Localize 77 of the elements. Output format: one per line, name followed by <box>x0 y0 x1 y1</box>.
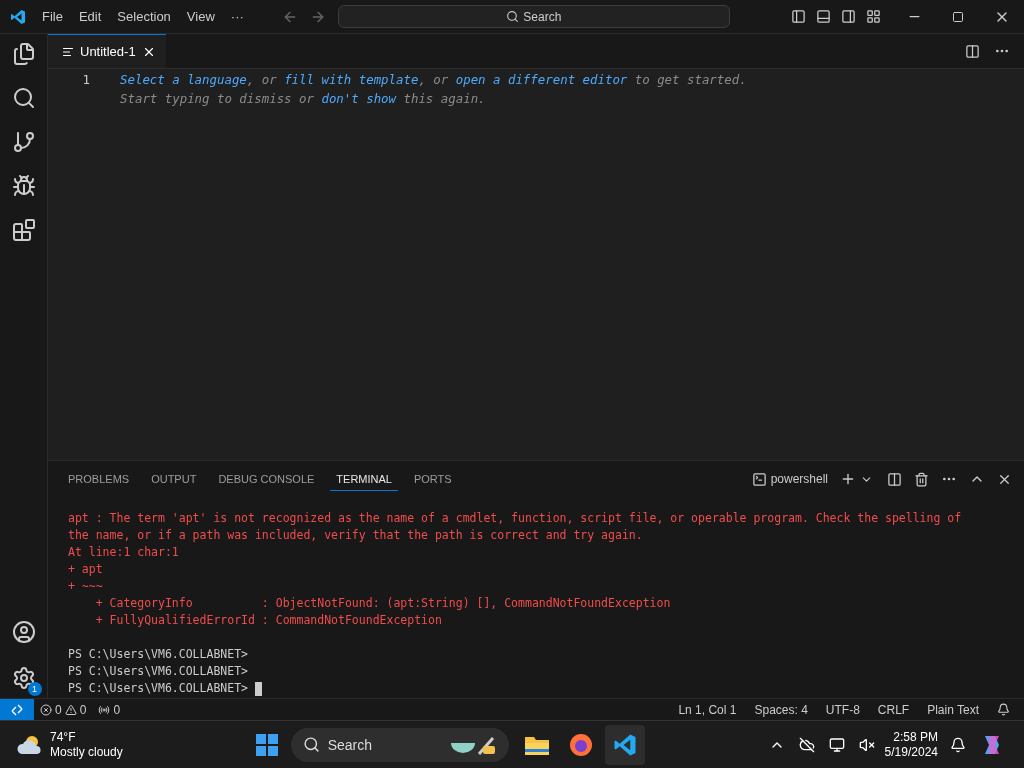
menu-item[interactable]: File <box>34 9 71 24</box>
status-item[interactable]: CRLF <box>871 702 916 717</box>
search-icon <box>302 736 320 753</box>
editor-tab[interactable]: Untitled-1 <box>48 34 166 68</box>
warning-count[interactable]: 0 <box>79 702 87 717</box>
clock-time[interactable]: 2:58 PM <box>893 729 938 745</box>
panel-tab[interactable]: PORTS <box>407 467 458 491</box>
terminal-error-line: the name, or if a path was included, verify that the path is correct and try again. <box>68 527 643 544</box>
terminal-error-line: apt : The term 'apt' is not recognized as the name of a cmdlet, function, script file, or operable program. Check the spelling of <box>68 510 962 527</box>
monitor-icon[interactable] <box>828 736 845 753</box>
terminal-prompt: PS C:\Users\VM6.COLLABNET> <box>68 663 248 680</box>
terminal-error-line: + FullyQualifiedErrorId : CommandNotFoundException <box>94 612 442 629</box>
weather-text: Mostly cloudy <box>50 744 123 760</box>
panel-tab[interactable]: TERMINAL <box>330 467 398 491</box>
extensions-icon[interactable] <box>11 218 36 242</box>
panel-right-icon[interactable] <box>841 9 856 24</box>
files-icon[interactable] <box>11 42 36 66</box>
panel-tab[interactable]: PROBLEMS <box>62 467 136 491</box>
tab-title: Untitled-1 <box>80 44 136 59</box>
remote-button[interactable] <box>0 699 34 720</box>
code-editor-icon[interactable] <box>604 724 645 765</box>
panel-tab[interactable]: DEBUG CONSOLE <box>212 467 321 491</box>
text-file-icon <box>62 45 74 58</box>
terminal-prompt: PS C:\Users\VM6.COLLABNET> <box>68 646 248 663</box>
terminal-shell-label[interactable]: powershell <box>770 472 828 486</box>
remote-icon <box>10 702 24 717</box>
hint-link[interactable]: don't show <box>321 91 397 106</box>
bell-icon[interactable] <box>950 736 966 753</box>
notification-badge: 1 <box>27 682 42 696</box>
settings-icon[interactable] <box>11 666 36 690</box>
temperature: 74°F <box>50 729 77 745</box>
hint-link[interactable]: Select a language <box>120 72 247 87</box>
terminal-error-line: + ~~~ <box>68 578 103 595</box>
warning-icon[interactable] <box>64 703 77 716</box>
editor-hint: Select a language, or fill with template, or open a different editor to get started. <box>120 71 747 89</box>
trash-icon[interactable] <box>914 471 929 487</box>
line-number: 1 <box>81 71 91 89</box>
plus-icon[interactable] <box>840 471 856 487</box>
hint-link[interactable]: open a different editor <box>455 72 628 87</box>
cloud-off-icon[interactable] <box>798 736 815 753</box>
menu-item[interactable]: ··· <box>222 9 252 24</box>
status-item[interactable]: Plain Text <box>921 702 985 717</box>
taskbar-search[interactable]: Search <box>290 727 509 762</box>
text-cursor <box>255 681 262 696</box>
status-item[interactable]: Ln 1, Col 1 <box>672 702 743 717</box>
terminal-error-line: At line:1 char:1 <box>68 544 179 561</box>
bell-icon[interactable] <box>997 703 1010 716</box>
account-icon[interactable] <box>11 620 36 644</box>
layout-icon[interactable] <box>866 9 881 24</box>
ports-icon[interactable] <box>98 703 111 716</box>
menu-item[interactable]: Selection <box>109 9 179 24</box>
mute-icon[interactable] <box>858 736 875 753</box>
panel-left-icon[interactable] <box>791 9 806 24</box>
split-terminal-icon[interactable] <box>887 471 902 487</box>
search-field[interactable]: Search <box>337 5 730 28</box>
menu-item[interactable]: View <box>178 9 223 24</box>
split-editor-icon[interactable] <box>965 43 980 59</box>
error-count[interactable]: 0 <box>55 702 62 717</box>
ports-count[interactable]: 0 <box>113 702 121 717</box>
status-item[interactable]: UTF-8 <box>819 702 866 717</box>
panel-tab[interactable]: OUTPUT <box>145 467 203 491</box>
terminal-icon <box>751 471 767 487</box>
terminal-error-line: + apt <box>68 561 103 578</box>
hint-link[interactable]: fill with template <box>284 72 419 87</box>
search-icon <box>506 10 520 23</box>
status-item[interactable]: Spaces: 4 <box>748 702 814 717</box>
run-debug-icon[interactable] <box>11 174 36 198</box>
panel-bottom-icon[interactable] <box>816 9 831 24</box>
terminal-prompt: PS C:\Users\VM6.COLLABNET> <box>68 680 248 697</box>
terminal-error-line: + CategoryInfo : ObjectNotFound: (apt:String) [], CommandNotFoundException <box>94 595 671 612</box>
editor-hint: Start typing to dismiss or don't show this again. <box>120 90 487 108</box>
source-control-icon[interactable] <box>11 130 36 154</box>
menu-item[interactable]: Edit <box>70 9 110 24</box>
app-logo-icon <box>10 8 26 25</box>
error-icon[interactable] <box>40 703 52 716</box>
clock-date[interactable]: 5/19/2024 <box>884 744 938 760</box>
search-icon[interactable] <box>11 86 36 110</box>
